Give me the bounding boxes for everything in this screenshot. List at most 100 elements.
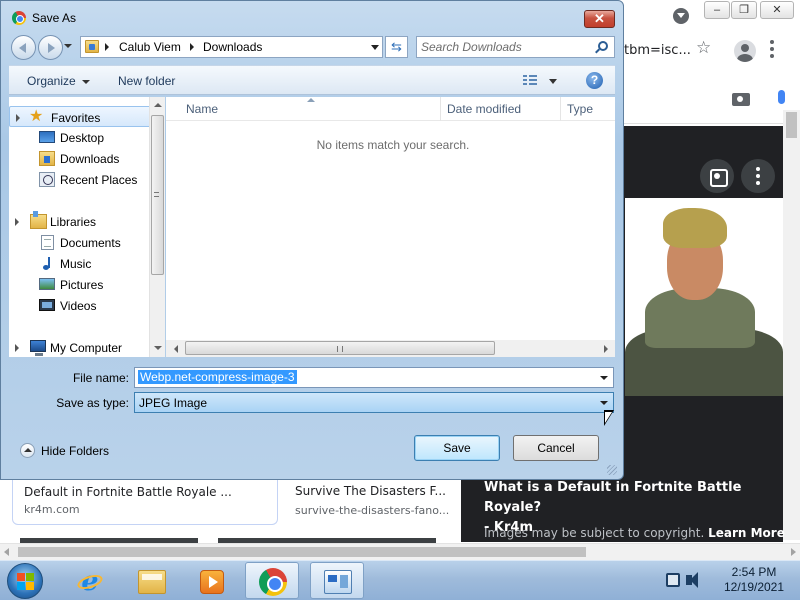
scroll-right-arrow-icon[interactable] <box>604 345 608 353</box>
filename-value[interactable]: Webp.net-compress-image-3 <box>138 370 297 384</box>
scroll-down-arrow-icon[interactable] <box>154 346 162 350</box>
chrome-menu-icon[interactable] <box>770 40 774 60</box>
address-bar[interactable]: Calub Viem Downloads <box>80 36 383 58</box>
scroll-thumb[interactable] <box>18 547 586 557</box>
expand-arrow-icon[interactable] <box>15 218 19 226</box>
filetype-select[interactable]: JPEG Image <box>134 392 614 413</box>
recent-locations-chevron-icon[interactable] <box>64 44 72 48</box>
search-box[interactable] <box>416 36 615 58</box>
minimize-button[interactable]: – <box>704 1 730 19</box>
nav-item-videos[interactable]: Videos <box>9 295 151 316</box>
control-panel-taskbar-button[interactable] <box>310 562 364 599</box>
save-as-dialog: Save As ✕ Calub Viem Downloads ⇆ Organiz… <box>0 0 624 480</box>
preview-image[interactable] <box>625 198 783 396</box>
column-date-modified[interactable]: Date modified <box>447 102 521 116</box>
column-divider[interactable] <box>440 97 441 121</box>
camera-icon[interactable] <box>732 93 750 106</box>
search-input[interactable] <box>421 39 591 55</box>
command-bar: Organize New folder ? <box>9 65 615 95</box>
caption-title[interactable]: What is a Default in Fortnite Battle Roy… <box>484 478 780 518</box>
start-button[interactable] <box>7 563 43 599</box>
column-divider[interactable] <box>560 97 561 121</box>
media-player-button[interactable] <box>184 562 238 599</box>
nav-item-pictures[interactable]: Pictures <box>9 274 151 295</box>
filename-field[interactable]: Webp.net-compress-image-3 <box>134 367 614 388</box>
google-search-bar <box>620 74 800 124</box>
column-type[interactable]: Type <box>567 102 593 116</box>
filename-label: File name: <box>72 371 129 385</box>
page-horizontal-scrollbar[interactable] <box>0 543 800 560</box>
new-folder-button[interactable]: New folder <box>118 74 175 88</box>
nav-item-documents[interactable]: Documents <box>9 232 151 253</box>
help-icon[interactable]: ? <box>586 72 603 89</box>
nav-item-desktop[interactable]: Desktop <box>9 127 151 148</box>
dialog-title: Save As <box>32 11 77 25</box>
expand-arrow-icon[interactable] <box>16 114 20 122</box>
page-vertical-scrollbar[interactable] <box>783 110 800 540</box>
save-button[interactable]: Save <box>414 435 500 461</box>
computer-icon <box>30 340 46 356</box>
scroll-left-arrow-icon[interactable] <box>174 345 178 353</box>
profile-avatar-icon[interactable] <box>734 40 756 62</box>
resize-grip-icon[interactable] <box>607 465 617 475</box>
cancel-button[interactable]: Cancel <box>513 435 599 461</box>
volume-icon[interactable] <box>686 572 698 588</box>
breadcrumb-arrow-icon[interactable] <box>190 43 194 51</box>
nav-item-my-computer[interactable]: My Computer <box>9 337 151 357</box>
related-result-card[interactable]: Default in Fortnite Battle Royale ... kr… <box>12 478 278 525</box>
restore-button[interactable]: ❐ <box>731 1 757 19</box>
views-dropdown-icon[interactable] <box>549 79 557 84</box>
column-name[interactable]: Name <box>186 102 218 116</box>
scroll-thumb[interactable] <box>185 341 495 355</box>
nav-label: Videos <box>60 299 97 313</box>
learn-more-link[interactable]: Learn More <box>708 526 785 540</box>
chevron-down-icon <box>81 79 90 84</box>
dialog-close-button[interactable]: ✕ <box>584 10 615 28</box>
windows-explorer-button[interactable] <box>124 562 178 599</box>
breadcrumb-user[interactable]: Calub Viem <box>119 40 181 54</box>
bookmark-star-icon[interactable]: ☆ <box>696 38 711 58</box>
more-options-icon[interactable] <box>741 159 775 193</box>
result-title[interactable]: Survive The Disasters F... <box>295 484 446 498</box>
filename-dropdown-icon[interactable] <box>600 376 608 380</box>
scroll-up-arrow-icon[interactable] <box>154 103 162 107</box>
nav-item-downloads[interactable]: Downloads <box>9 148 151 169</box>
nav-item-favorites[interactable]: ★ Favorites <box>9 106 151 127</box>
scroll-left-arrow-icon[interactable] <box>4 548 9 556</box>
tab-search-icon[interactable] <box>673 8 689 24</box>
result-title[interactable]: Default in Fortnite Battle Royale ... <box>24 485 232 499</box>
system-tray <box>664 571 704 591</box>
internet-explorer-button[interactable]: e <box>62 562 116 599</box>
nav-item-music[interactable]: Music <box>9 253 151 274</box>
network-icon[interactable] <box>666 573 680 587</box>
dialog-titlebar[interactable]: Save As ✕ <box>1 1 623 33</box>
microphone-icon[interactable] <box>778 90 785 104</box>
downloads-folder-icon <box>85 40 99 53</box>
search-icon[interactable] <box>598 41 608 51</box>
clock[interactable]: 2:54 PM 12/19/2021 <box>714 565 794 595</box>
close-window-button[interactable]: ✕ <box>760 1 794 19</box>
filetype-dropdown-icon[interactable] <box>600 401 608 405</box>
navigation-scrollbar[interactable] <box>149 97 165 357</box>
file-list[interactable]: Name Date modified Type No items match y… <box>166 97 615 357</box>
breadcrumb-downloads[interactable]: Downloads <box>203 40 262 54</box>
clock-date: 12/19/2021 <box>723 580 785 594</box>
back-button[interactable] <box>11 35 36 60</box>
nav-item-libraries[interactable]: Libraries <box>9 211 151 232</box>
nav-item-recent-places[interactable]: Recent Places <box>9 169 151 190</box>
hide-folders-button[interactable]: Hide Folders <box>20 442 120 460</box>
chrome-taskbar-button[interactable] <box>245 562 299 599</box>
refresh-button[interactable]: ⇆ <box>385 36 408 58</box>
file-list-scrollbar[interactable] <box>166 340 615 357</box>
nav-label: Downloads <box>60 152 120 166</box>
expand-arrow-icon[interactable] <box>15 344 19 352</box>
forward-button[interactable] <box>38 35 63 60</box>
scroll-right-arrow-icon[interactable] <box>791 548 796 556</box>
views-icon[interactable] <box>523 75 537 87</box>
url-text[interactable]: tbm=isc... <box>624 43 691 58</box>
breadcrumb-arrow-icon[interactable] <box>105 43 109 51</box>
organize-menu[interactable]: Organize <box>27 74 90 88</box>
address-dropdown-icon[interactable] <box>368 37 383 57</box>
related-result-card[interactable]: Survive The Disasters F... survive-the-d… <box>295 484 449 517</box>
lens-search-icon[interactable] <box>700 159 734 193</box>
